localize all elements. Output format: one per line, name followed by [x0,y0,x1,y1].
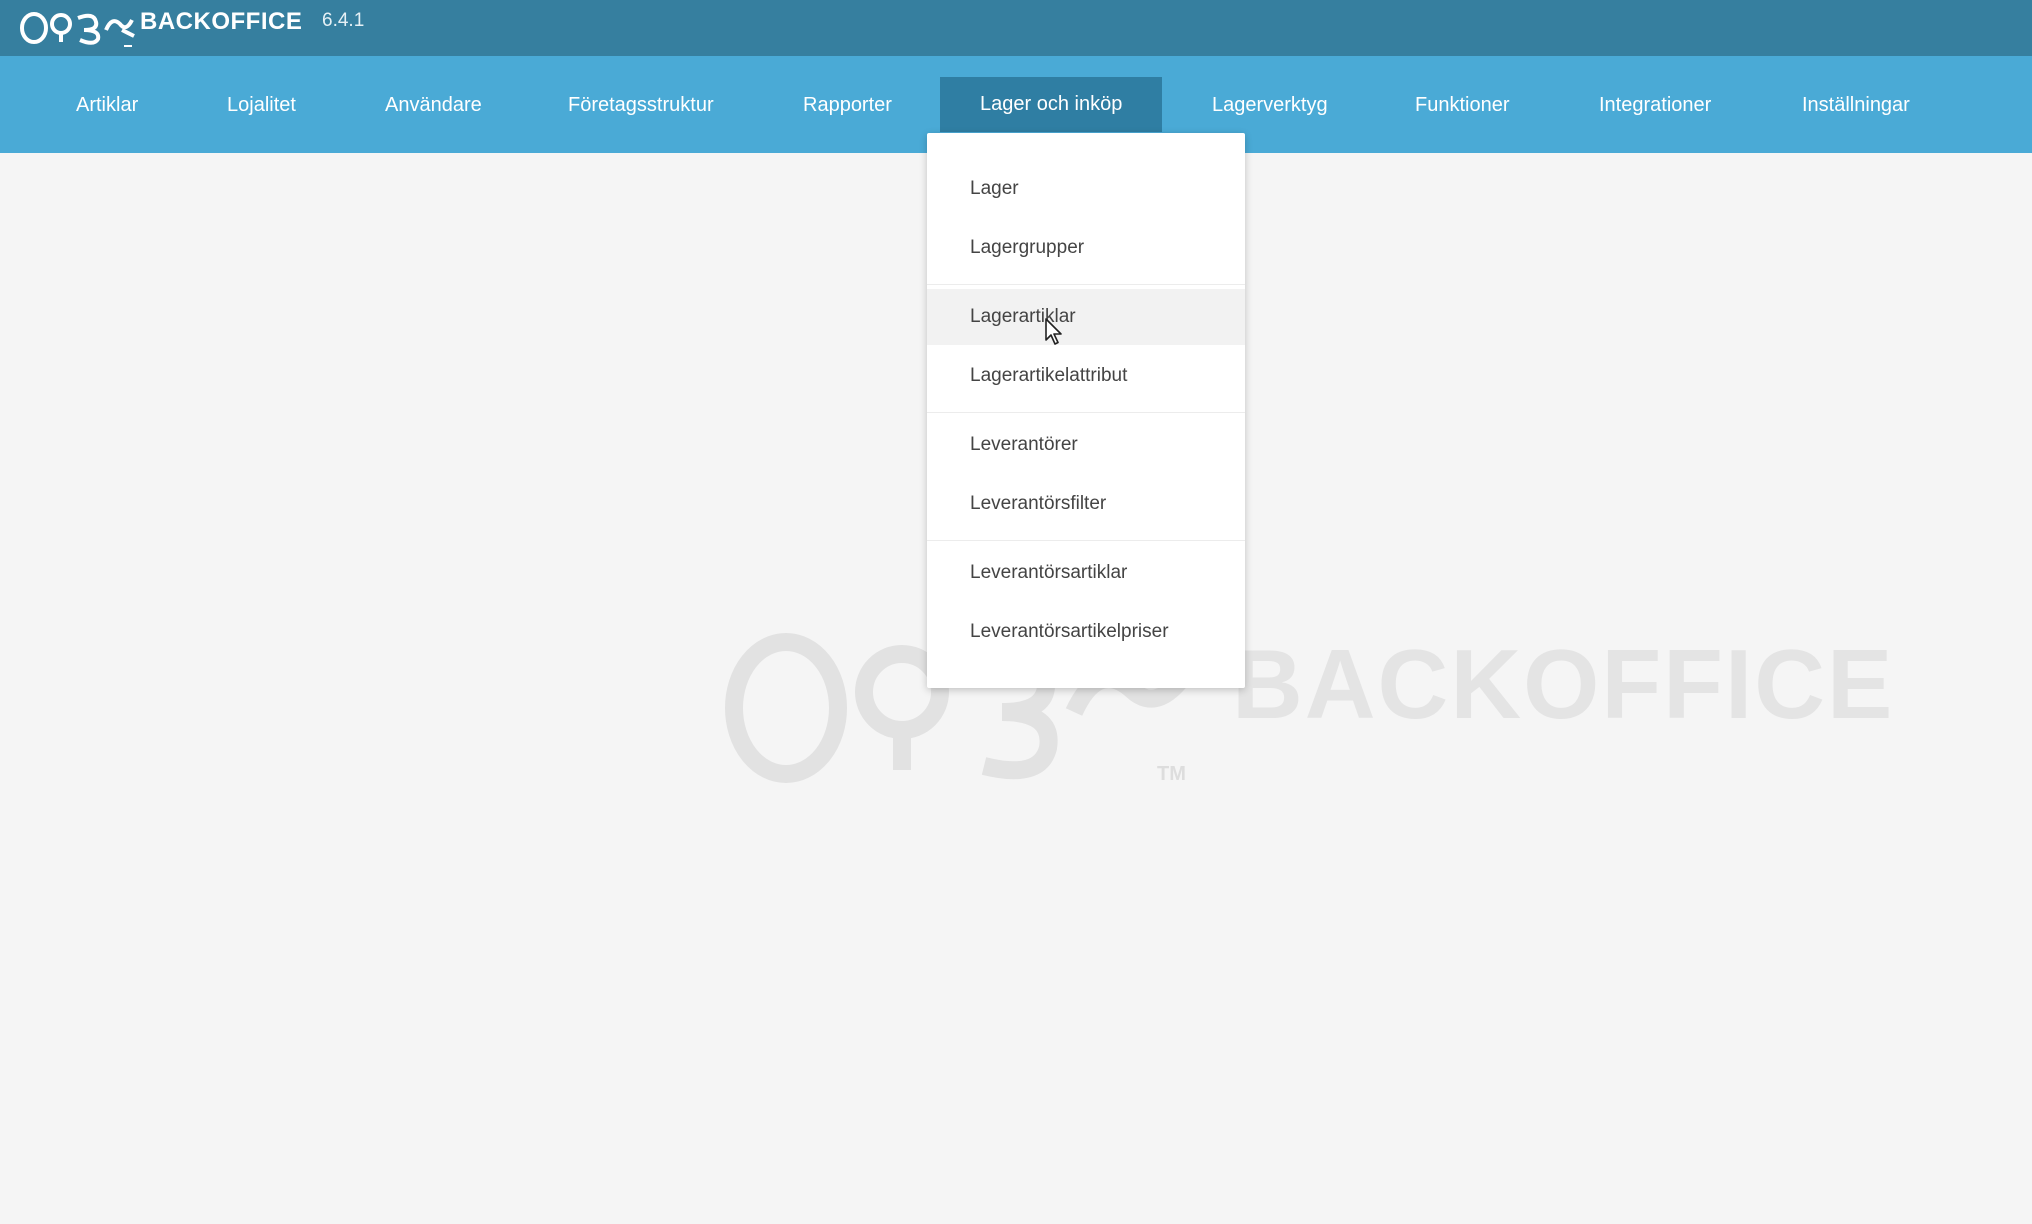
top-header-bar: BACKOFFICE 6.4.1 [0,0,2032,56]
menu-item-leverantorsfilter[interactable]: Leverantörsfilter [927,476,1245,532]
menu-divider [927,540,1245,541]
app-version: 6.4.1 [322,10,365,31]
menu-divider [927,284,1245,285]
nav-item-integrationer[interactable]: Integrationer [1599,78,1711,132]
backoffice-watermark: BACKOFFICE TM [722,620,1922,795]
brand-name: BACKOFFICE [140,8,303,35]
watermark-text: BACKOFFICE [1232,629,1895,739]
menu-item-leverantorsartikelpriser[interactable]: Leverantörsartikelpriser [927,604,1245,660]
nav-item-anvandare[interactable]: Användare [385,78,482,132]
nav-item-lojalitet[interactable]: Lojalitet [227,78,296,132]
menu-item-lagerartiklar[interactable]: Lagerartiklar [927,289,1245,345]
nav-item-installningar[interactable]: Inställningar [1802,78,1910,132]
open390-logo-icon [20,12,135,47]
watermark-trademark: TM [1157,763,1186,785]
menu-item-leverantorer[interactable]: Leverantörer [927,417,1245,473]
lager-och-inkop-dropdown: Lager Lagergrupper Lagerartiklar Lagerar… [927,133,1245,688]
nav-item-lagerverktyg[interactable]: Lagerverktyg [1212,78,1328,132]
nav-item-lager-och-inkop[interactable]: Lager och inköp [940,77,1163,132]
menu-item-lagergrupper[interactable]: Lagergrupper [927,220,1245,276]
menu-item-lager[interactable]: Lager [927,161,1245,217]
menu-divider [927,412,1245,413]
nav-item-rapporter[interactable]: Rapporter [803,78,892,132]
nav-item-funktioner[interactable]: Funktioner [1415,78,1510,132]
menu-item-leverantorsartiklar[interactable]: Leverantörsartiklar [927,545,1245,601]
mouse-cursor-icon [1045,318,1062,345]
nav-item-artiklar[interactable]: Artiklar [76,78,138,132]
nav-item-foretagsstruktur[interactable]: Företagsstruktur [568,78,714,132]
menu-item-lagerartikelattribut[interactable]: Lagerartikelattribut [927,348,1245,404]
